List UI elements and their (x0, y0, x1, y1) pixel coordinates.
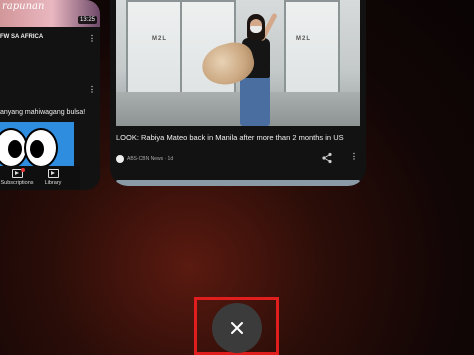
close-all-button[interactable] (212, 303, 262, 353)
more-options-icon[interactable]: ⋮ (88, 35, 96, 43)
floor (116, 92, 360, 126)
library-icon (47, 169, 59, 178)
background-window (284, 0, 340, 96)
video-duration: 13:25 (77, 16, 97, 24)
channel-meta: ABS-CBN News · 1d (127, 156, 174, 162)
more-options-icon[interactable]: ⋮ (350, 153, 358, 161)
video-thumbnail[interactable] (0, 122, 74, 166)
nav-label: Subscriptions (0, 180, 34, 186)
recent-app-card-main[interactable]: M2L M2L LOOK: Rabiya Mateo back in Manil… (110, 0, 366, 186)
video-title[interactable]: LOOK: Rabiya Mateo back in Manila after … (116, 133, 360, 142)
more-options-icon[interactable]: ⋮ (88, 86, 96, 94)
sign-text: M2L (152, 36, 167, 42)
channel-avatar[interactable] (116, 155, 124, 163)
sign-text: M2L (296, 36, 311, 42)
background-window (126, 0, 182, 96)
thumbnail-text: rapunan (2, 1, 45, 12)
nav-library[interactable]: Library (36, 169, 70, 186)
channel-info: ABS-CBN News · 1d (116, 154, 173, 164)
nav-subscriptions[interactable]: Subscriptions (0, 168, 34, 186)
person (240, 76, 270, 126)
video-thumbnail[interactable]: M2L M2L (116, 0, 360, 126)
bottom-navigation: Subscriptions Library (0, 166, 80, 190)
video-title[interactable]: anyang mahiwagang bulsa! (0, 109, 85, 116)
recent-app-card-left[interactable]: rapunan 13:25 FW SA AFRICA ⋮ ⋮ anyang ma… (0, 0, 100, 190)
next-video-thumbnail[interactable] (116, 180, 360, 186)
close-icon (231, 322, 243, 334)
video-title[interactable]: FW SA AFRICA (0, 34, 43, 40)
cartoon-eye (24, 128, 58, 166)
nav-label: Library (44, 180, 62, 186)
share-icon[interactable] (321, 152, 333, 164)
video-thumbnail[interactable]: rapunan 13:25 (0, 0, 100, 27)
subscriptions-icon (11, 168, 25, 178)
